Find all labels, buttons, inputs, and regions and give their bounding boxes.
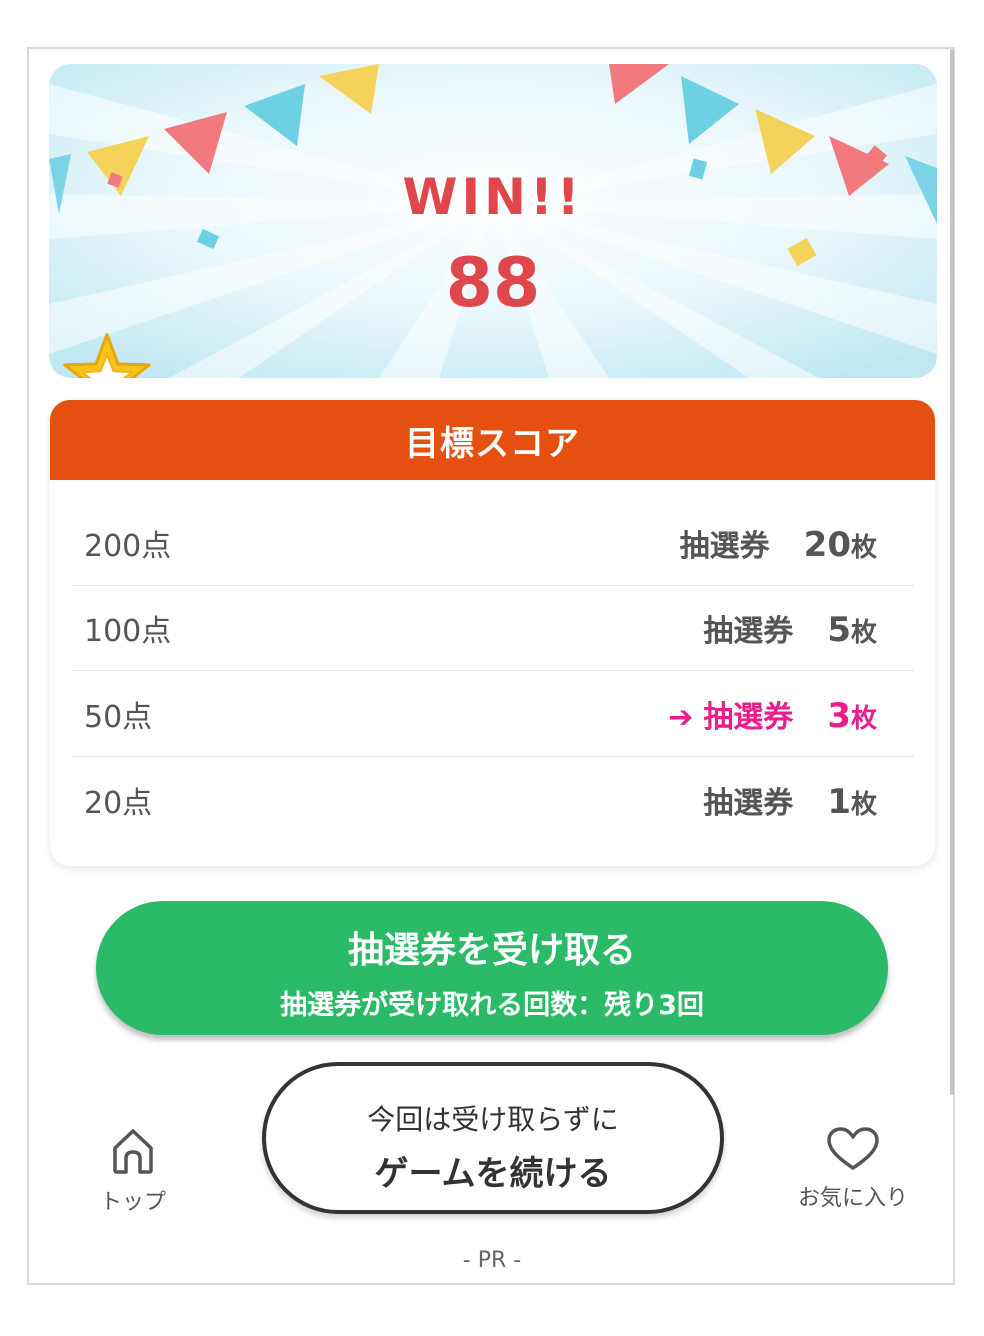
nav-top-label: トップ (99, 1190, 166, 1215)
ticket-count: 1 (827, 781, 851, 822)
pr-label: - PR - (462, 1248, 522, 1273)
remaining-count-label: 抽選券が受け取れる回数：残り3回 (280, 990, 704, 1021)
win-title: WIN!! (402, 168, 584, 226)
ticket-label: 抽選券 (703, 785, 794, 821)
ticket-unit: 枚 (850, 533, 877, 563)
nav-favorites[interactable]: お気に入り (790, 1126, 916, 1212)
score-row-current: 50点 ➔ 抽選券 3 枚 (72, 672, 913, 757)
ticket-unit: 枚 (850, 618, 877, 648)
score-threshold: 200点 (84, 529, 172, 564)
scrollbar[interactable] (950, 49, 954, 1095)
continue-line2: ゲームを続ける (374, 1154, 612, 1194)
receive-tickets-label: 抽選券を受け取る (347, 930, 636, 971)
ticket-count: 5 (827, 610, 851, 650)
nav-favorites-label: お気に入り (797, 1186, 908, 1211)
score-row: 20点 抽選券 1 枚 (72, 757, 913, 842)
score-threshold: 50点 (84, 700, 153, 735)
ticket-label: 抽選券 (679, 529, 770, 564)
ticket-reward: 抽選券 1 枚 (703, 778, 877, 822)
arrow-right-icon: ➔ (668, 700, 694, 735)
heart-icon (827, 1127, 879, 1170)
target-score-header: 目標スコア (50, 400, 935, 480)
score-value: 88 (445, 244, 541, 323)
result-banner: WIN!! 88 (49, 64, 937, 378)
ticket-reward: ➔ 抽選券 3 枚 (668, 692, 877, 736)
continue-game-button[interactable]: 今回は受け取らずに ゲームを続ける (262, 1062, 724, 1214)
target-score-card: 目標スコア 200点 抽選券 20 枚 100点 抽選券 5 枚 50点 ➔ 抽… (50, 400, 935, 866)
star-empty-icon (63, 333, 151, 378)
ticket-reward: 抽選券 20 枚 (680, 521, 877, 565)
score-threshold: 20点 (84, 785, 153, 821)
ticket-label: 抽選券 (703, 614, 794, 649)
score-row: 200点 抽選券 20 枚 (72, 501, 913, 586)
ticket-label: 抽選券 (703, 700, 794, 735)
ticket-count: 3 (827, 696, 851, 736)
ticket-count: 20 (803, 525, 851, 565)
home-icon (113, 1129, 153, 1174)
nav-top[interactable]: トップ (96, 1126, 170, 1216)
ticket-reward: 抽選券 5 枚 (703, 606, 877, 650)
score-threshold: 100点 (84, 614, 172, 649)
score-row: 100点 抽選券 5 枚 (72, 586, 913, 671)
ticket-unit: 枚 (850, 704, 877, 734)
continue-line1: 今回は受け取らずに (367, 1103, 619, 1136)
ticket-unit: 枚 (850, 789, 877, 820)
receive-tickets-button[interactable]: 抽選券を受け取る 抽選券が受け取れる回数：残り3回 (96, 901, 888, 1035)
